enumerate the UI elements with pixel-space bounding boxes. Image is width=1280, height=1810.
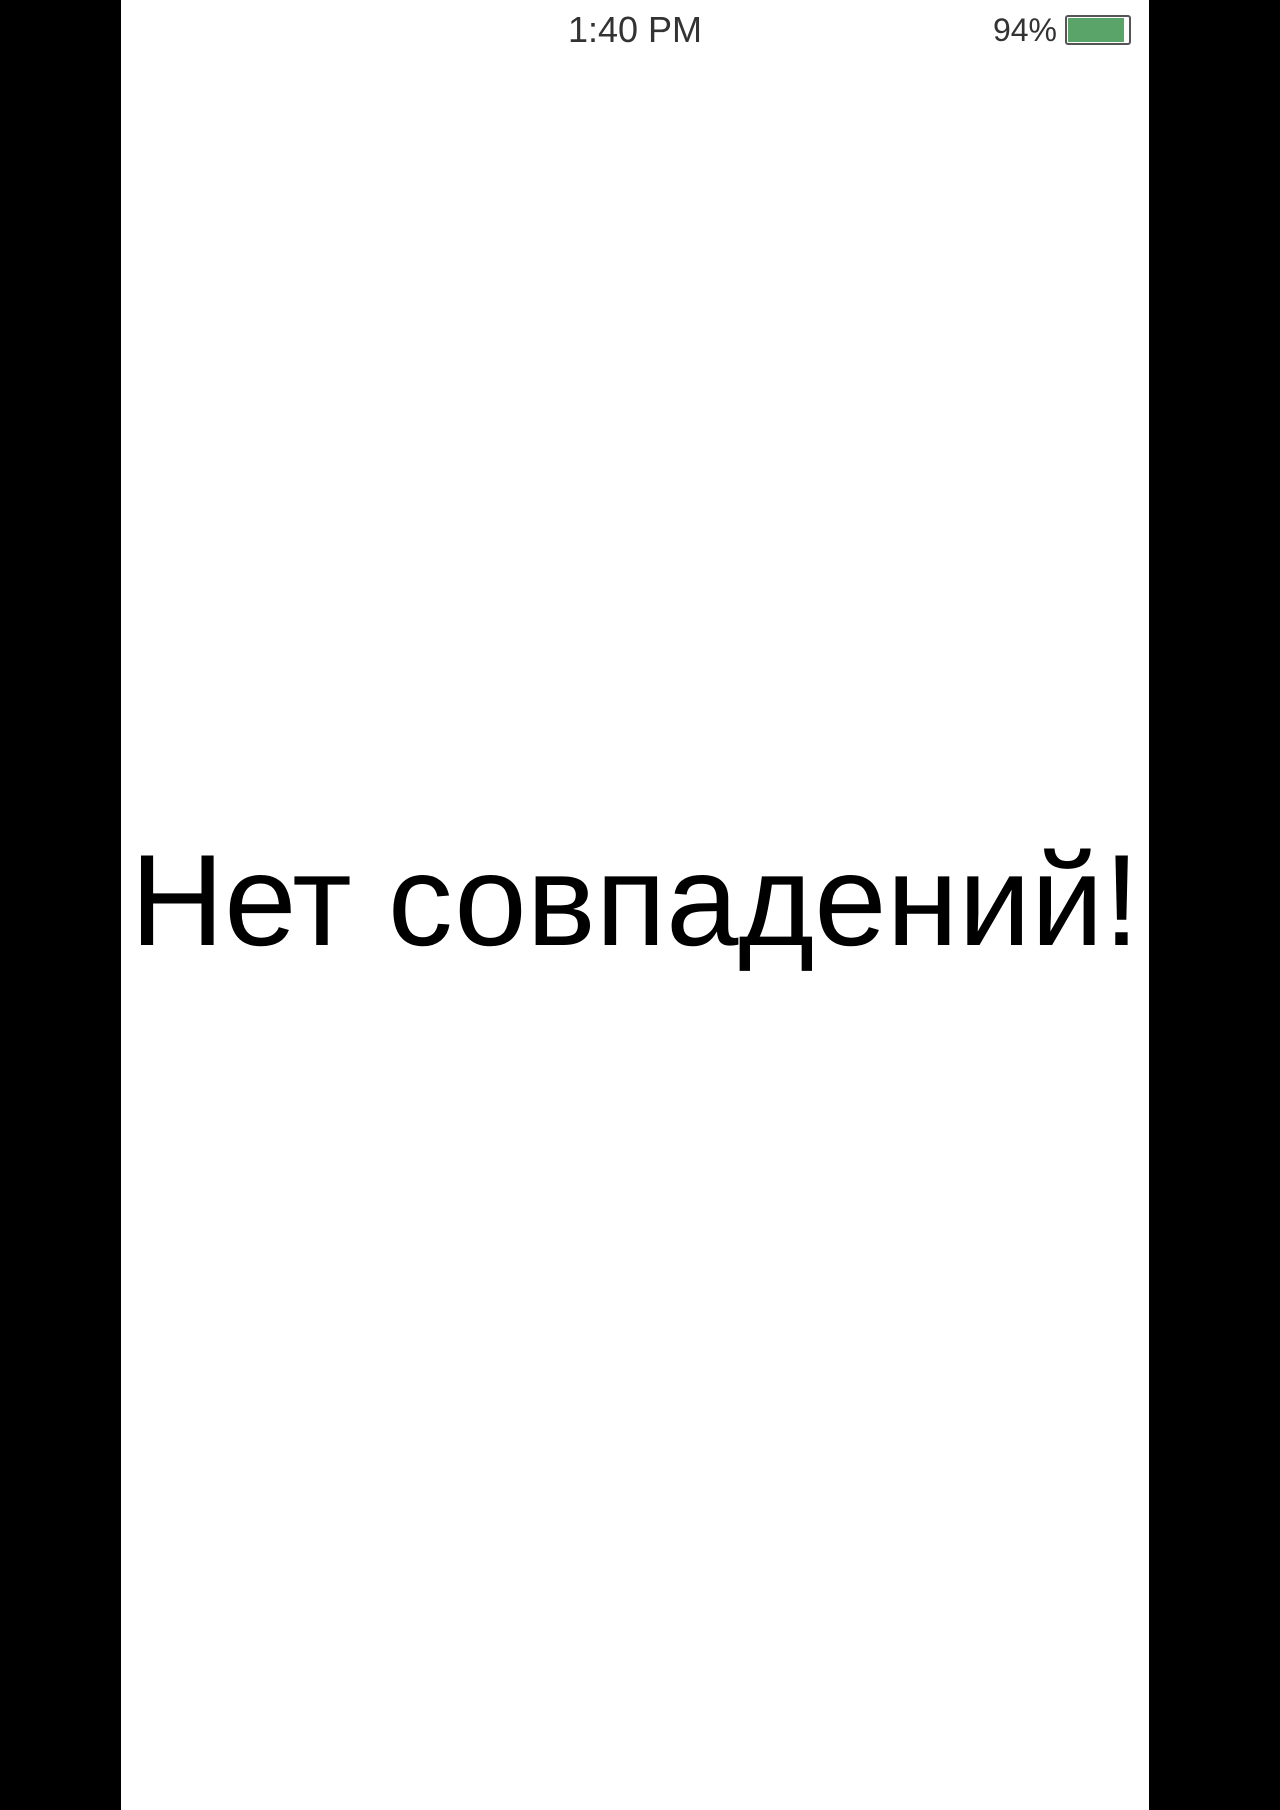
status-bar: 1:40 PM 94% [121,0,1149,62]
battery-icon [1065,15,1131,45]
battery-fill [1068,18,1125,42]
app-screen: 1:40 PM 94% Нет совпадений! [121,0,1149,1810]
battery-percent: 94% [992,12,1057,48]
no-matches-message: Нет совпадений! [130,827,1140,973]
status-right: 94% [993,12,1131,48]
